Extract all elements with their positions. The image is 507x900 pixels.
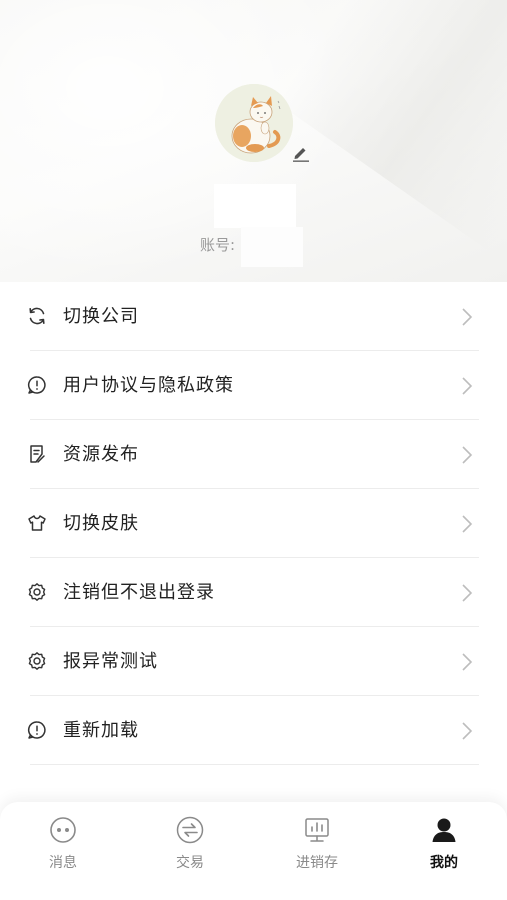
menu-item-label: 用户协议与隐私政策 bbox=[63, 375, 234, 396]
menu-item-label: 注销但不退出登录 bbox=[63, 582, 215, 603]
tab-label: 进销存 bbox=[296, 855, 338, 871]
tab-messages[interactable]: 消息 bbox=[0, 802, 126, 900]
tab-label: 交易 bbox=[176, 855, 204, 871]
chevron-right-icon bbox=[462, 446, 473, 464]
settings-menu: 切换公司 用户协议与隐私政策 资源发布 切换皮肤 注销但不退出登录 报异常测试 … bbox=[0, 282, 507, 765]
gear-icon bbox=[28, 652, 46, 670]
username-area bbox=[214, 184, 296, 228]
menu-item-report-exception-test[interactable]: 报异常测试 bbox=[0, 627, 507, 696]
chevron-right-icon bbox=[462, 653, 473, 671]
chevron-right-icon bbox=[462, 377, 473, 395]
chevron-right-icon bbox=[462, 515, 473, 533]
menu-item-label: 资源发布 bbox=[63, 444, 139, 465]
chat-icon bbox=[50, 817, 76, 843]
edit-profile-button[interactable] bbox=[291, 144, 311, 162]
document-icon bbox=[30, 445, 45, 463]
chart-board-icon bbox=[305, 818, 329, 842]
avatar[interactable] bbox=[215, 84, 293, 162]
alert-bubble-icon bbox=[27, 376, 46, 394]
tab-label: 我的 bbox=[430, 855, 458, 871]
pencil-icon bbox=[293, 148, 309, 162]
account-label: 账号: bbox=[200, 235, 236, 254]
tab-mine[interactable]: 我的 bbox=[381, 802, 507, 900]
exchange-icon bbox=[176, 816, 204, 844]
menu-item-label: 报异常测试 bbox=[63, 651, 158, 672]
menu-item-user-agreement[interactable]: 用户协议与隐私政策 bbox=[0, 351, 507, 420]
cat-avatar-icon bbox=[215, 84, 293, 162]
menu-item-switch-company[interactable]: 切换公司 bbox=[0, 282, 507, 351]
menu-item-reload[interactable]: 重新加载 bbox=[0, 696, 507, 765]
refresh-icon bbox=[29, 307, 45, 325]
bottom-tab-bar: 消息 交易 进销存 我的 bbox=[0, 802, 507, 900]
menu-item-logout-keep-session[interactable]: 注销但不退出登录 bbox=[0, 558, 507, 627]
menu-item-switch-skin[interactable]: 切换皮肤 bbox=[0, 489, 507, 558]
profile-header: 账号: bbox=[0, 0, 507, 282]
account-row: 账号: bbox=[200, 227, 304, 267]
chevron-right-icon bbox=[462, 584, 473, 602]
alert-bubble-icon bbox=[27, 721, 46, 739]
chevron-right-icon bbox=[462, 722, 473, 740]
tab-trade[interactable]: 交易 bbox=[127, 802, 253, 900]
menu-item-label: 切换公司 bbox=[63, 306, 139, 327]
chevron-right-icon bbox=[462, 308, 473, 326]
tab-inventory[interactable]: 进销存 bbox=[254, 802, 380, 900]
divider bbox=[30, 764, 479, 765]
tshirt-icon bbox=[28, 515, 46, 531]
account-value bbox=[241, 227, 304, 267]
menu-item-label: 切换皮肤 bbox=[63, 513, 139, 534]
menu-item-resource-publish[interactable]: 资源发布 bbox=[0, 420, 507, 489]
tab-label: 消息 bbox=[49, 855, 77, 871]
menu-item-label: 重新加载 bbox=[63, 720, 139, 741]
header-background-sheen bbox=[0, 0, 360, 280]
user-icon bbox=[432, 818, 456, 842]
gear-icon bbox=[28, 583, 46, 601]
